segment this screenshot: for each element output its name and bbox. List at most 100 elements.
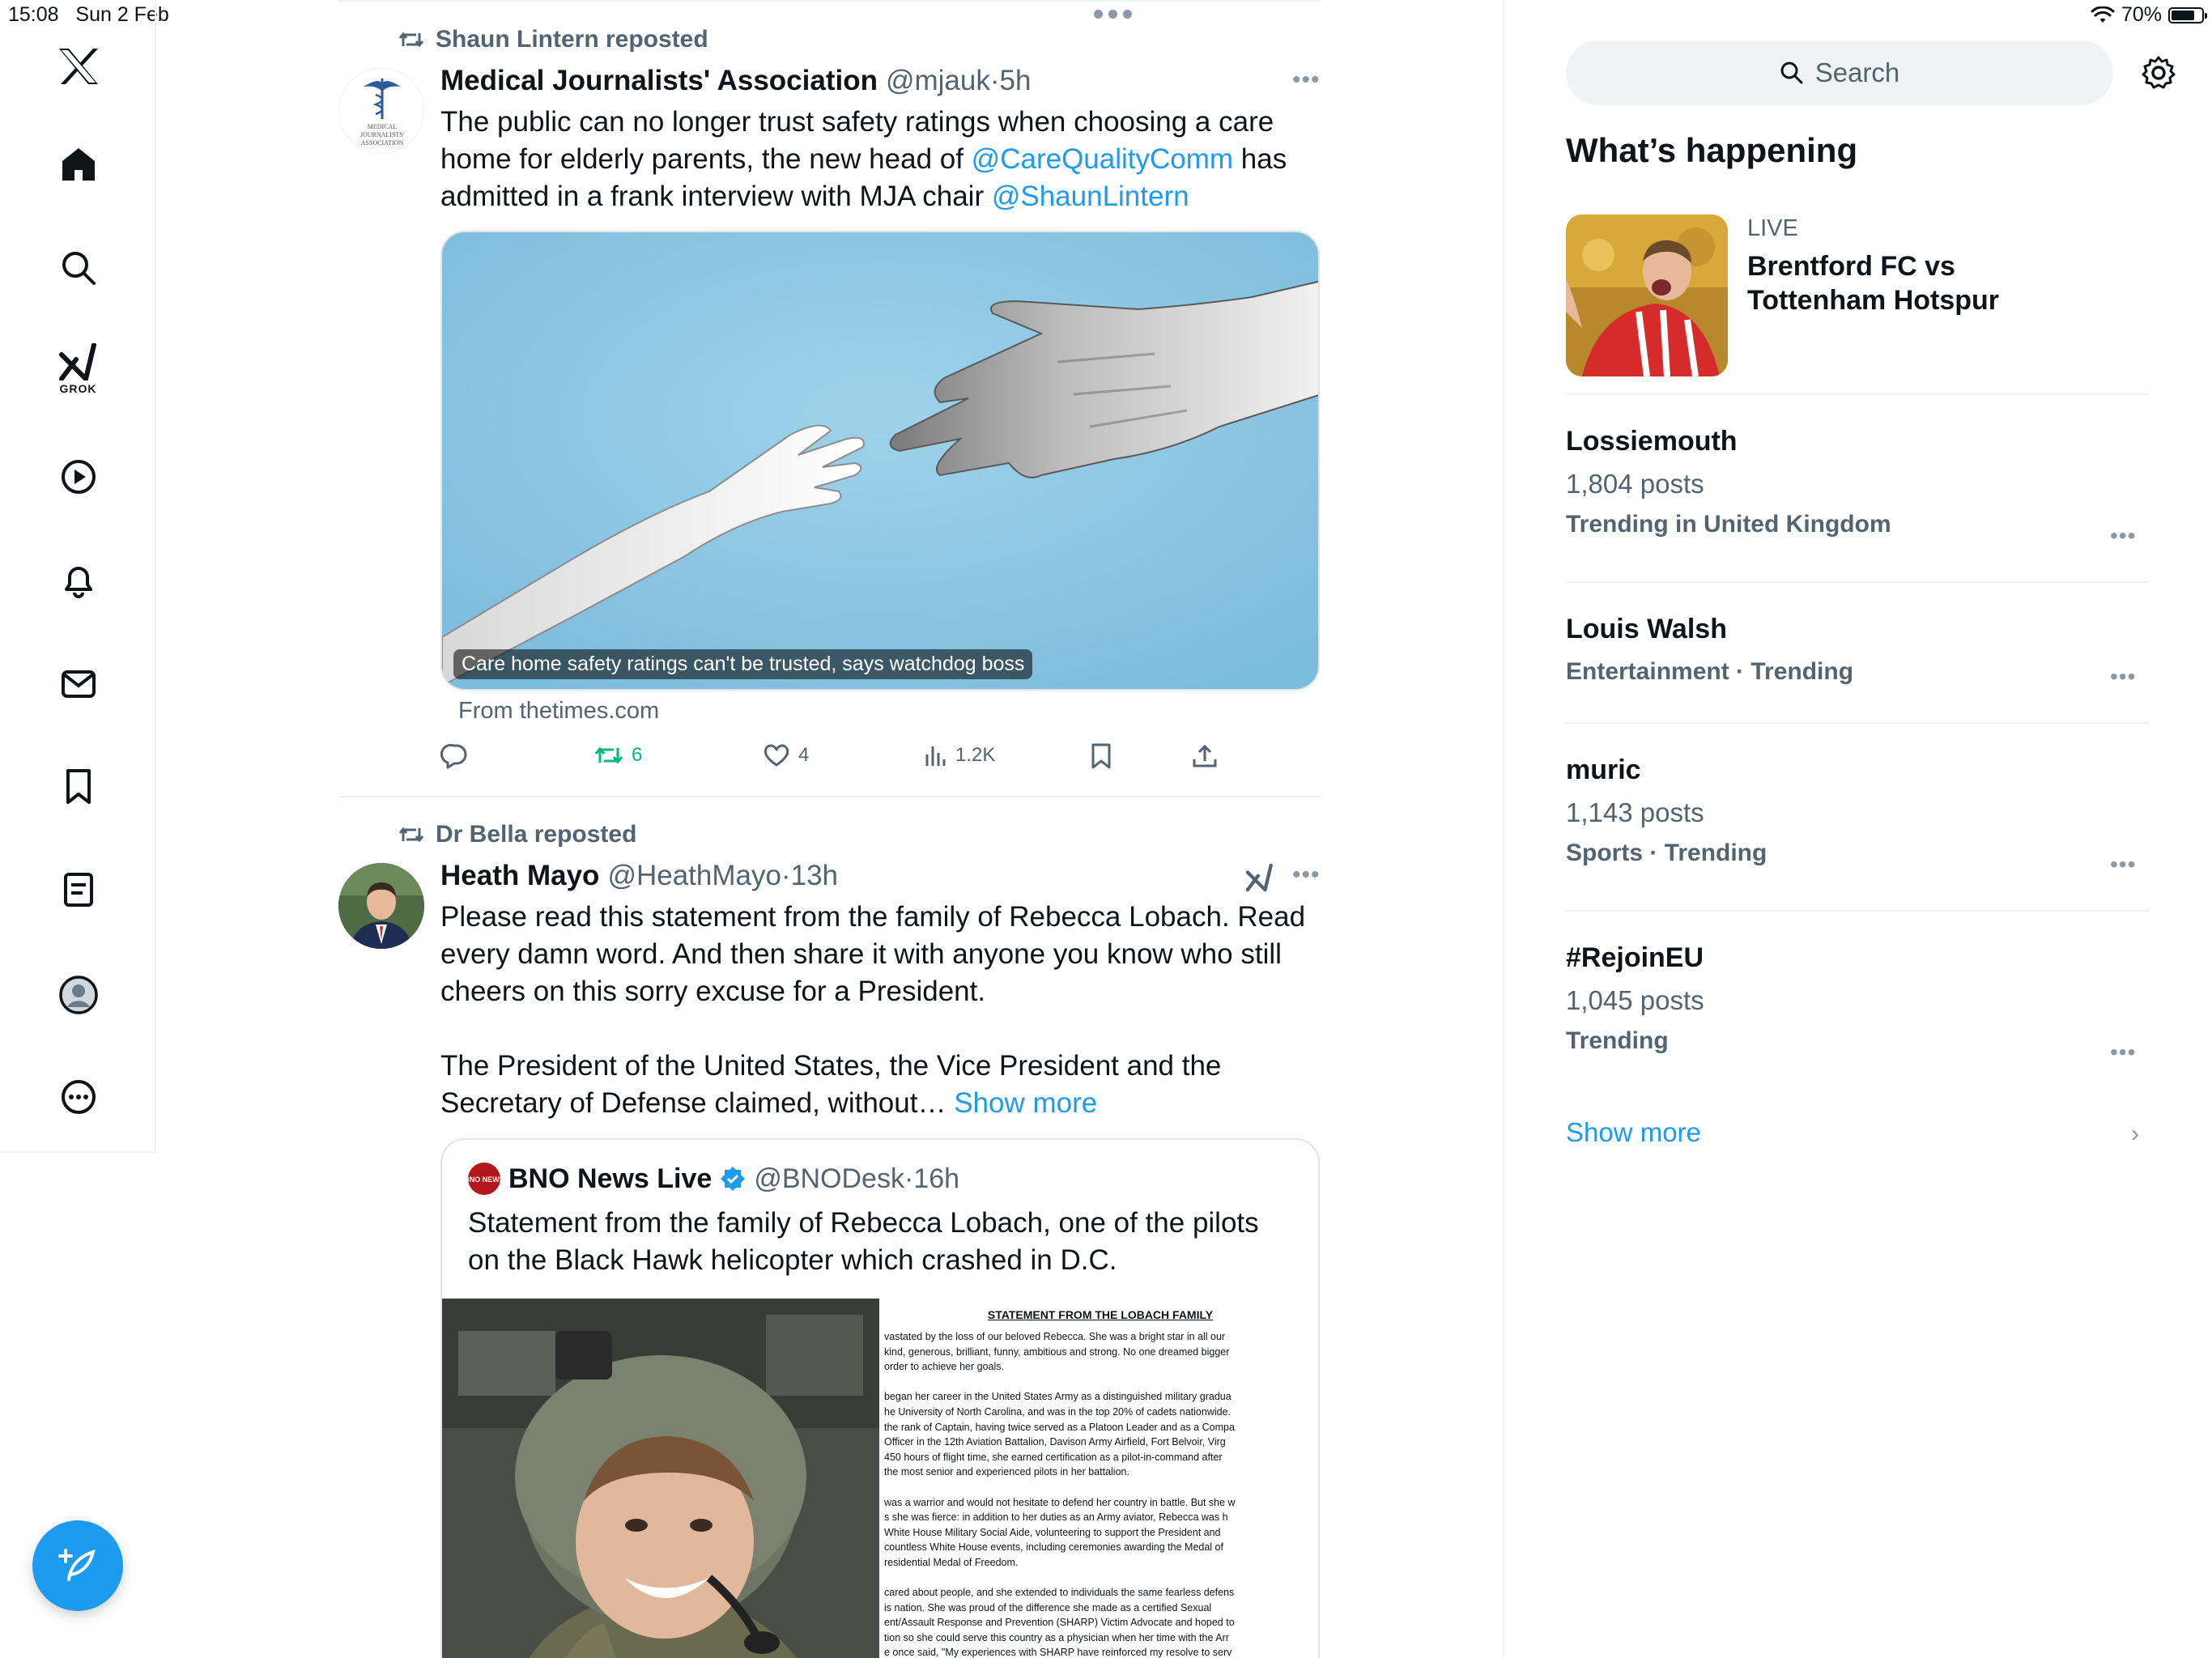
statement-line: vastated by the loss of our beloved Rebe… [884, 1331, 1226, 1342]
repost-text: Dr Bella reposted [436, 821, 637, 848]
card-caption: Care home safety ratings can't be truste… [453, 649, 1033, 679]
like-button[interactable]: 4 [763, 743, 809, 767]
whats-happening-title: What’s happening [1566, 131, 1858, 169]
author-name[interactable]: Heath Mayo [440, 860, 599, 892]
trend-name: #RejoinEU [1566, 942, 1704, 973]
more-icon[interactable] [0, 1078, 156, 1116]
repost-header: Shaun Lintern reposted [398, 26, 708, 53]
more-options-icon[interactable]: ••• [2110, 852, 2136, 878]
profile-icon[interactable] [0, 975, 156, 1015]
statement-line [884, 1480, 1318, 1495]
mention-link[interactable]: @CareQualityComm [972, 143, 1233, 175]
repost-text: Shaun Lintern reposted [436, 26, 708, 53]
search-icon[interactable] [0, 249, 156, 287]
repost-icon [594, 746, 623, 764]
search-input[interactable]: Search [1566, 40, 2113, 105]
quote-media[interactable]: STATEMENT FROM THE LOBACH FAMILY vastate… [442, 1299, 1318, 1658]
statement-line: tion so she could serve this country as … [884, 1631, 1229, 1643]
bookmark-icon [1091, 743, 1111, 769]
trend-name: Lossiemouth [1566, 426, 1738, 457]
tweet-header: Heath Mayo @HeathMayo ·13h [440, 860, 838, 892]
compose-button[interactable] [32, 1520, 123, 1611]
grok-label: GROK [59, 382, 97, 395]
statement-line: residential Medal of Freedom. [884, 1556, 1019, 1568]
statement-line: is nation. She was proud of the differen… [884, 1601, 1212, 1613]
more-options-icon[interactable]: ••• [2110, 1039, 2136, 1065]
bookmark-button[interactable] [1090, 743, 1112, 769]
chevron-right-icon: › [2131, 1120, 2139, 1147]
tweet-text: The public can no longer trust safety ra… [440, 104, 1299, 215]
quote-text: Statement from the family of Rebecca Lob… [468, 1207, 1259, 1276]
more-options-icon[interactable]: ••• [2110, 664, 2136, 690]
views-icon [925, 746, 946, 766]
video-icon[interactable] [0, 458, 156, 495]
author-name[interactable]: Medical Journalists' Association [440, 65, 878, 97]
repost-count: 6 [632, 744, 643, 766]
trend-count: 1,143 posts [1566, 797, 1704, 827]
author-handle[interactable]: @mjauk [886, 65, 990, 97]
football-photo [1566, 215, 1728, 376]
hands-illustration [442, 232, 1318, 689]
x-logo-icon[interactable] [0, 47, 156, 86]
home-icon[interactable] [0, 146, 156, 183]
reply-icon [440, 743, 467, 769]
statement-line: ent/Assault Response and Prevention (SHA… [884, 1617, 1235, 1629]
more-options-icon[interactable]: ••• [1292, 861, 1321, 889]
statement-line: he University of North Carolina, and was… [884, 1405, 1231, 1418]
repost-icon [398, 32, 424, 48]
grok-icon [58, 343, 96, 380]
views-button[interactable]: 1.2K [923, 743, 995, 767]
tweet-paragraph: Please read this statement from the fami… [440, 901, 1306, 1007]
statement-line: s she was fierce: in addition to her dut… [884, 1511, 1228, 1524]
statement-line: White House Military Social Aide, volunt… [884, 1526, 1221, 1538]
trend-item[interactable]: muric 1,143 posts Sports · Trending [1566, 755, 2149, 867]
compose-icon [58, 1549, 96, 1581]
show-more-link[interactable]: Show more [954, 1087, 1097, 1119]
tweet-header: Medical Journalists' Association @mjauk … [440, 65, 1031, 97]
statement-line [884, 1375, 1318, 1390]
lists-icon[interactable] [0, 871, 156, 908]
grok-icon[interactable] [1245, 863, 1274, 896]
statement-line: the most senior and experienced pilots i… [884, 1466, 1129, 1478]
author-handle[interactable]: @HeathMayo [607, 860, 781, 892]
avatar[interactable] [338, 863, 424, 949]
view-count: 1.2K [955, 744, 996, 766]
repost-button[interactable]: 6 [594, 743, 642, 767]
link-card-image[interactable]: Care home safety ratings can't be truste… [440, 231, 1320, 691]
trend-count: 1,804 posts [1566, 469, 1704, 499]
settings-icon[interactable] [2141, 55, 2176, 95]
trend-item[interactable]: #RejoinEU 1,045 posts Trending [1566, 942, 2149, 1055]
grok-nav[interactable]: GROK [0, 343, 156, 395]
trend-item[interactable]: Louis Walsh Entertainment · Trending [1566, 614, 2149, 686]
tweet-text: Please read this statement from the fami… [440, 899, 1315, 1122]
live-event-image[interactable] [1566, 215, 1728, 376]
avatar[interactable]: MEDICAL JOURNALISTS' ASSOCIATION [338, 68, 424, 154]
quote-author-name[interactable]: BNO News Live [508, 1163, 712, 1195]
reply-button[interactable] [440, 743, 468, 769]
mention-link[interactable]: @ShaunLintern [992, 181, 1189, 212]
statement-line: e once said, "My experiences with SHARP … [884, 1647, 1232, 1658]
svg-text:MEDICAL: MEDICAL [368, 123, 398, 130]
notifications-icon[interactable] [0, 562, 156, 599]
trend-item[interactable]: Lossiemouth 1,804 posts Trending in Unit… [1566, 426, 2149, 538]
battery-icon [2168, 6, 2207, 23]
trend-count: 1,045 posts [1566, 985, 1704, 1015]
tweet-time[interactable]: ·5h [990, 65, 1032, 97]
more-options-icon[interactable]: ••• [2110, 523, 2136, 549]
bookmarks-icon[interactable] [0, 767, 156, 805]
multitask-handle[interactable] [1090, 10, 1135, 21]
svg-text:JOURNALISTS': JOURNALISTS' [360, 131, 405, 138]
live-title[interactable]: Brentford FC vs Tottenham Hotspur [1747, 249, 2087, 317]
quoted-tweet[interactable]: BNO NEWS BNO News Live @BNODesk ·16h Sta… [440, 1138, 1320, 1658]
trend-context: Trending [1566, 1027, 1669, 1054]
card-source[interactable]: From thetimes.com [458, 698, 659, 725]
search-placeholder: Search [1814, 57, 1900, 87]
tweet-time[interactable]: ·13h [781, 860, 838, 892]
more-options-icon[interactable]: ••• [1292, 66, 1321, 94]
show-more-link[interactable]: Show more [1566, 1117, 1701, 1148]
trend-context: Trending in United Kingdom [1566, 511, 1891, 538]
quote-author-handle[interactable]: @BNODesk [754, 1163, 904, 1195]
repost-header: Dr Bella reposted [398, 821, 636, 848]
share-button[interactable] [1192, 743, 1218, 769]
messages-icon[interactable] [0, 665, 156, 703]
